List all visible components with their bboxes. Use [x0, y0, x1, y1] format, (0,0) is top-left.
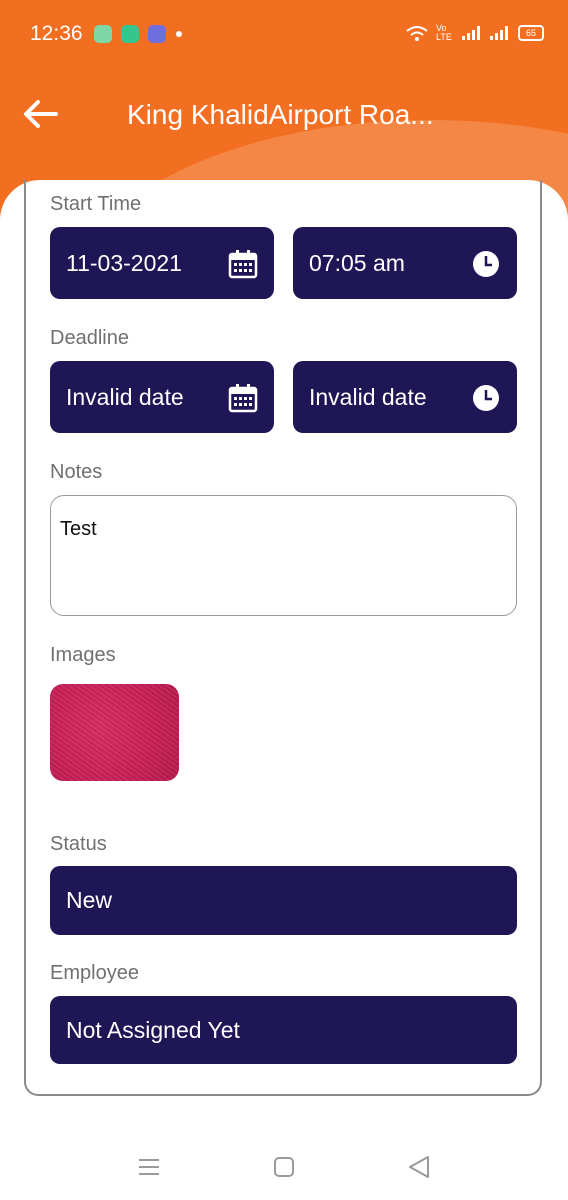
status-bar: 12:36 Vo LTE 65	[0, 0, 568, 70]
start-time-picker[interactable]: 07:05 am	[293, 227, 517, 299]
menu-icon[interactable]	[134, 1152, 164, 1182]
status-time: 12:36	[30, 22, 83, 45]
back-triangle-icon[interactable]	[404, 1152, 434, 1182]
start-date-value: 11-03-2021	[66, 249, 182, 276]
employee-value: Not Assigned Yet	[66, 1016, 240, 1043]
clock-icon	[473, 385, 499, 411]
system-navigation-bar	[0, 1130, 568, 1200]
deadline-date-picker[interactable]: Invalid date	[50, 361, 274, 433]
back-button[interactable]	[18, 92, 62, 136]
signal-icon	[462, 26, 480, 40]
arrow-left-icon	[24, 100, 58, 128]
battery-icon: 65	[518, 25, 544, 41]
app-notification-icon	[148, 25, 166, 43]
calendar-icon	[228, 384, 258, 413]
employee-select[interactable]: Not Assigned Yet	[50, 996, 517, 1064]
clock-icon	[473, 251, 499, 277]
deadline-time-value: Invalid date	[309, 383, 427, 410]
notes-field[interactable]: Test	[50, 495, 517, 616]
home-square-icon[interactable]	[269, 1152, 299, 1182]
employee-label: Employee	[50, 962, 139, 984]
calendar-icon	[228, 250, 258, 279]
start-time-value: 07:05 am	[309, 249, 405, 276]
deadline-time-picker[interactable]: Invalid date	[293, 361, 517, 433]
volte-icon: Vo LTE	[436, 23, 452, 42]
page-title: King KhalidAirport Roa...	[127, 99, 434, 130]
app-notification-icon	[94, 25, 112, 43]
start-time-label: Start Time	[50, 193, 142, 215]
notes-label: Notes	[50, 461, 103, 483]
signal-icon	[490, 26, 508, 40]
images-label: Images	[50, 644, 116, 666]
more-notifications-dot-icon	[176, 31, 182, 37]
status-value: New	[66, 887, 113, 913]
status-label: Status	[50, 833, 107, 855]
system-icons: Vo LTE 65	[406, 24, 544, 42]
deadline-label: Deadline	[50, 327, 129, 349]
deadline-date-value: Invalid date	[66, 383, 184, 410]
wifi-icon	[406, 26, 428, 41]
status-select[interactable]: New	[50, 866, 517, 935]
image-thumbnail[interactable]	[50, 684, 179, 781]
toolbar: King KhalidAirport Roa...	[0, 80, 568, 150]
details-card	[24, 180, 542, 1096]
start-date-picker[interactable]: 11-03-2021	[50, 227, 274, 299]
app-notification-icon	[121, 25, 139, 43]
